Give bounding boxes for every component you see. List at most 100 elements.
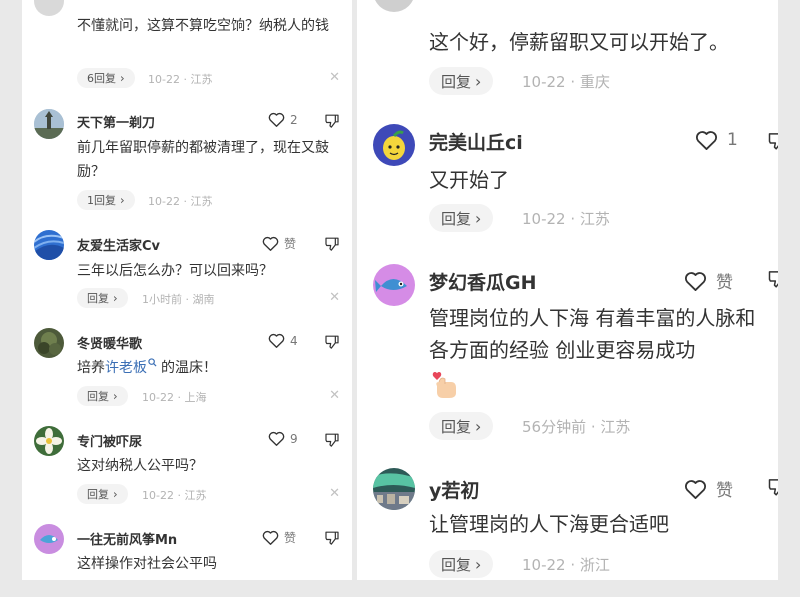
- comment-meta: 10-22 · 江苏: [522, 210, 610, 228]
- like-count: 赞: [284, 237, 297, 251]
- comment-text: 这样操作对社会公平吗: [77, 556, 217, 572]
- avatar[interactable]: [373, 0, 415, 12]
- heart-icon: [262, 530, 279, 545]
- user-name[interactable]: 友爱生活家Cv: [77, 235, 160, 254]
- comment-text: 前几年留职停薪的都被清理了，现在又鼓励？: [77, 140, 329, 180]
- user-name[interactable]: 冬贤暖华歌: [77, 333, 142, 352]
- comment-text: 三年以后怎么办？可以回来吗？: [77, 263, 273, 279]
- close-icon[interactable]: ✕: [329, 486, 340, 501]
- user-name[interactable]: 天下第一剃刀: [77, 112, 155, 131]
- comment-item: y若初 赞 让管理岗的人下海更合适吧 回复 › 10-22 · 浙江: [357, 464, 778, 580]
- like-button[interactable]: 赞: [262, 529, 296, 546]
- comment-item: 专门被吓尿 9 这对纳税人公平吗？ 回复 › 10-22 · 江苏 ✕: [22, 420, 352, 512]
- close-icon[interactable]: ✕: [329, 70, 340, 85]
- avatar[interactable]: [373, 264, 415, 306]
- like-count: 2: [290, 112, 298, 127]
- heart-icon: [268, 333, 285, 348]
- comment-panel-left: 不懂就问，这算不算吃空饷？纳税人的钱 6回复 › 10-22 · 江苏 ✕ 天下第…: [22, 0, 352, 580]
- finger-heart-emoji: [431, 370, 459, 404]
- heart-icon: [685, 479, 706, 499]
- reply-button[interactable]: 6回复 ›: [77, 68, 135, 88]
- comment-meta: 56分钟前 · 江苏: [522, 418, 631, 436]
- reply-button[interactable]: 回复 ›: [429, 412, 494, 440]
- like-count: 1: [727, 130, 738, 150]
- chevron-right-icon: ›: [475, 208, 482, 228]
- comment-panel-right: 这个好，停薪留职又可以开始了。 回复 › 10-22 · 重庆 完美山丘ci 1 …: [357, 0, 778, 580]
- like-button[interactable]: 赞: [684, 476, 733, 501]
- comment-text: 又开始了: [429, 168, 509, 192]
- comment-meta: 10-22 · 江苏: [148, 195, 213, 208]
- thumbs-down-icon[interactable]: [767, 477, 778, 500]
- reply-button[interactable]: 回复 ›: [77, 484, 128, 504]
- thumbs-down-icon[interactable]: [324, 432, 340, 451]
- comment-item: 这个好，停薪留职又可以开始了。 回复 › 10-22 · 重庆: [357, 0, 778, 110]
- search-icon[interactable]: [148, 358, 157, 367]
- comment-item: 完美山丘ci 1 又开始了 回复 › 10-22 · 江苏: [357, 118, 778, 248]
- chevron-right-icon: ›: [113, 291, 118, 305]
- comment-text: 管理岗位的人下海 有着丰富的人脉和各方面的经验 创业更容易成功: [429, 306, 756, 362]
- avatar[interactable]: [373, 124, 415, 166]
- chevron-right-icon: ›: [113, 389, 118, 403]
- heart-icon: [268, 112, 285, 127]
- like-count: 赞: [716, 273, 733, 293]
- user-name[interactable]: 梦幻香瓜GH: [429, 268, 537, 295]
- thumbs-down-icon[interactable]: [324, 334, 340, 353]
- thumbs-down-icon[interactable]: [767, 269, 778, 292]
- avatar[interactable]: [34, 109, 64, 139]
- user-name[interactable]: y若初: [429, 476, 479, 503]
- reply-button[interactable]: 回复 ›: [429, 204, 494, 232]
- user-name[interactable]: 一往无前风筝Mn: [77, 529, 177, 548]
- heart-icon: [685, 271, 706, 291]
- like-count: 9: [290, 431, 298, 446]
- like-button[interactable]: 赞: [684, 268, 733, 293]
- comment-item: 冬贤暖华歌 4 培养许老板 的温床！ 回复 › 10-22 · 上海 ✕: [22, 322, 352, 414]
- reply-button[interactable]: 回复 ›: [429, 550, 494, 578]
- reply-button[interactable]: 回复 ›: [77, 288, 128, 308]
- avatar[interactable]: [34, 426, 64, 456]
- heart-icon: [696, 131, 717, 150]
- close-icon[interactable]: ✕: [329, 290, 340, 305]
- avatar[interactable]: [34, 0, 64, 16]
- thumbs-down-icon[interactable]: [324, 530, 340, 549]
- avatar[interactable]: [34, 328, 64, 358]
- avatar[interactable]: [34, 230, 64, 260]
- comment-text: 不懂就问，这算不算吃空饷？纳税人的钱: [77, 18, 329, 34]
- chevron-right-icon: ›: [113, 487, 118, 501]
- comment-meta: 10-22 · 浙江: [522, 556, 610, 574]
- heart-icon: [268, 431, 285, 446]
- keyword-link[interactable]: 许老板: [105, 360, 147, 376]
- like-button[interactable]: 9: [268, 431, 298, 446]
- like-count: 4: [290, 333, 298, 348]
- comment-meta: 10-22 · 上海: [142, 391, 207, 404]
- comment-meta: 1小时前 · 湖南: [142, 293, 215, 306]
- comment-item: 不懂就问，这算不算吃空饷？纳税人的钱 6回复 › 10-22 · 江苏 ✕: [22, 0, 352, 92]
- avatar[interactable]: [373, 468, 415, 510]
- user-name[interactable]: 专门被吓尿: [77, 431, 142, 450]
- comment-item: 天下第一剃刀 2 前几年留职停薪的都被清理了，现在又鼓励？ 1回复 › 10-22…: [22, 100, 352, 210]
- thumbs-down-icon[interactable]: [767, 131, 778, 154]
- comment-item: 一往无前风筝Mn 赞 这样操作对社会公平吗: [22, 518, 352, 580]
- chevron-right-icon: ›: [120, 71, 125, 85]
- heart-icon: [262, 236, 279, 251]
- comment-text: 让管理岗的人下海更合适吧: [429, 512, 669, 536]
- reply-button[interactable]: 1回复 ›: [77, 190, 135, 210]
- close-icon[interactable]: ✕: [329, 388, 340, 403]
- comment-item: 梦幻香瓜GH 赞 管理岗位的人下海 有着丰富的人脉和各方面的经验 创业更容易成功…: [357, 256, 778, 446]
- chevron-right-icon: ›: [120, 193, 125, 207]
- reply-button[interactable]: 回复 ›: [77, 386, 128, 406]
- like-button[interactable]: 赞: [262, 235, 296, 252]
- thumbs-down-icon[interactable]: [324, 236, 340, 255]
- chevron-right-icon: ›: [475, 71, 482, 91]
- comment-item: 友爱生活家Cv 赞 三年以后怎么办？可以回来吗？ 回复 › 1小时前 · 湖南 ✕: [22, 224, 352, 316]
- comment-text: 培养许老板 的温床！: [77, 358, 217, 376]
- like-button[interactable]: 1: [695, 130, 738, 150]
- comment-meta: 10-22 · 江苏: [148, 73, 213, 86]
- like-button[interactable]: 4: [268, 333, 298, 348]
- like-count: 赞: [284, 531, 297, 545]
- reply-button[interactable]: 回复 ›: [429, 67, 494, 95]
- comment-meta: 10-22 · 江苏: [142, 489, 207, 502]
- thumbs-down-icon[interactable]: [324, 113, 340, 132]
- like-button[interactable]: 2: [268, 112, 298, 127]
- user-name[interactable]: 完美山丘ci: [429, 128, 523, 155]
- avatar[interactable]: [34, 524, 64, 554]
